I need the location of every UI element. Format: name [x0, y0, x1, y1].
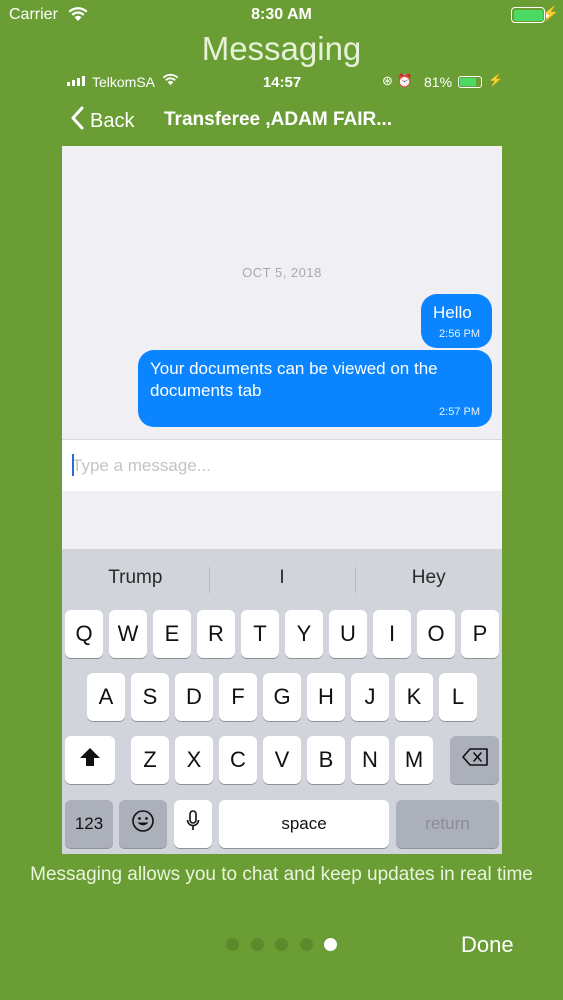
back-button[interactable]: Back	[70, 106, 134, 136]
page-dot[interactable]	[300, 938, 313, 951]
key-q[interactable]: Q	[65, 610, 103, 658]
chat-area[interactable]: OCT 5, 2018 Hello 2:56 PM Your documents…	[62, 146, 502, 439]
key-a[interactable]: A	[87, 673, 125, 721]
page-dot[interactable]	[226, 938, 239, 951]
message-bubble[interactable]: Hello 2:56 PM	[421, 294, 492, 348]
key-b[interactable]: B	[307, 736, 345, 784]
dictation-key[interactable]	[174, 800, 212, 848]
inner-status-bar: TelkomSA 14:57 ⊛ ⏰ 81% ⚡	[62, 70, 503, 94]
emoji-key[interactable]	[119, 800, 167, 848]
predictive-bar: Trump I Hey	[62, 549, 502, 607]
key-j[interactable]: J	[351, 673, 389, 721]
page-dot[interactable]	[275, 938, 288, 951]
status-time: 8:30 AM	[251, 6, 312, 23]
message-time: 2:57 PM	[439, 406, 480, 418]
chat-date: OCT 5, 2018	[242, 265, 322, 280]
key-f[interactable]: F	[219, 673, 257, 721]
microphone-icon	[186, 809, 200, 839]
key-u[interactable]: U	[329, 610, 367, 658]
message-bubble[interactable]: Your documents can be viewed on the docu…	[138, 350, 492, 427]
key-v[interactable]: V	[263, 736, 301, 784]
chevron-left-icon	[70, 106, 84, 136]
nav-bar: Back Transferee ,ADAM FAIR...	[62, 100, 502, 140]
back-label: Back	[90, 109, 135, 132]
key-i[interactable]: I	[373, 610, 411, 658]
message-text: Hello	[433, 303, 472, 322]
key-p[interactable]: P	[461, 610, 499, 658]
key-n[interactable]: N	[351, 736, 389, 784]
key-g[interactable]: G	[263, 673, 301, 721]
message-input[interactable]	[72, 451, 492, 481]
numbers-key[interactable]: 123	[65, 800, 113, 848]
key-k[interactable]: K	[395, 673, 433, 721]
key-o[interactable]: O	[417, 610, 455, 658]
shift-icon	[79, 747, 101, 773]
done-button[interactable]: Done	[461, 932, 514, 958]
key-y[interactable]: Y	[285, 610, 323, 658]
page-title: Messaging	[201, 30, 362, 67]
battery-icon	[511, 7, 545, 23]
keyboard: Trump I Hey Q W E R T Y U I O P A S D F …	[62, 549, 502, 854]
key-h[interactable]: H	[307, 673, 345, 721]
emoji-icon	[131, 809, 155, 839]
orientation-lock-alarm-icons: ⊛ ⏰	[382, 73, 413, 88]
key-m[interactable]: M	[395, 736, 433, 784]
inner-battery-icon	[458, 76, 482, 88]
message-input-row	[62, 439, 502, 491]
text-caret	[72, 454, 74, 476]
chat-spacer	[62, 491, 502, 549]
suggestion-item[interactable]: Hey	[355, 549, 502, 607]
key-r[interactable]: R	[197, 610, 235, 658]
message-text: Your documents can be viewed on the docu…	[150, 359, 438, 400]
outer-status-bar: Carrier 8:30 AM ⚡	[0, 0, 563, 30]
suggestion-item[interactable]: Trump	[62, 549, 209, 607]
key-l[interactable]: L	[439, 673, 477, 721]
key-d[interactable]: D	[175, 673, 213, 721]
backspace-icon	[461, 747, 489, 773]
inner-charging-icon: ⚡	[488, 73, 503, 87]
key-c[interactable]: C	[219, 736, 257, 784]
space-key[interactable]: space	[219, 800, 389, 848]
key-x[interactable]: X	[175, 736, 213, 784]
return-key[interactable]: return	[396, 800, 499, 848]
chat-title: Transferee ,ADAM FAIR...	[164, 109, 393, 130]
page-dot[interactable]	[251, 938, 264, 951]
message-time: 2:56 PM	[439, 328, 480, 340]
charging-icon: ⚡	[541, 5, 559, 21]
suggestion-item[interactable]: I	[208, 549, 356, 607]
key-w[interactable]: W	[109, 610, 147, 658]
key-t[interactable]: T	[241, 610, 279, 658]
key-z[interactable]: Z	[131, 736, 169, 784]
page-dot-active[interactable]	[324, 938, 337, 951]
delete-key[interactable]	[450, 736, 499, 784]
key-s[interactable]: S	[131, 673, 169, 721]
battery-percent: 81%	[424, 74, 453, 90]
key-e[interactable]: E	[153, 610, 191, 658]
shift-key[interactable]	[65, 736, 115, 784]
feature-description: Messaging allows you to chat and keep up…	[30, 864, 533, 885]
